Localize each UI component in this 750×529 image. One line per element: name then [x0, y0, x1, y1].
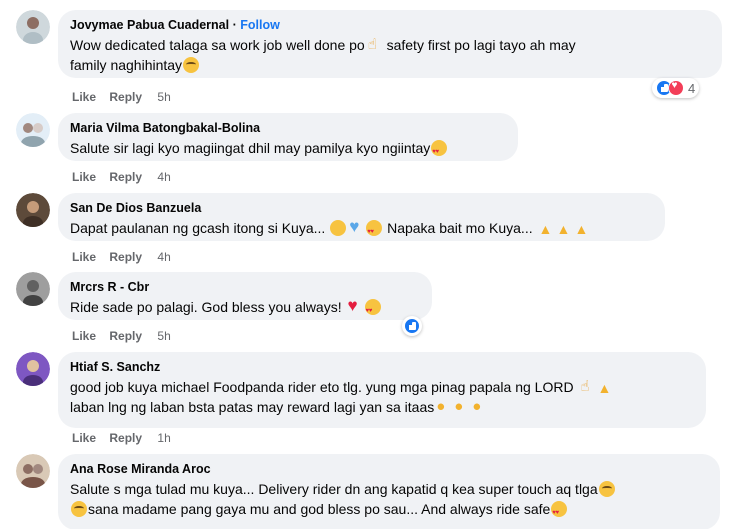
love-reaction-icon	[668, 80, 684, 96]
clapping-hands-emoji-icon	[453, 397, 469, 417]
like-reaction-icon	[404, 318, 420, 334]
comment-text-line: family naghihintay	[70, 57, 183, 73]
pointing-up-emoji-icon	[366, 35, 382, 55]
comment-bubble: Maria Vilma Batongbakal-Bolina Salute si…	[58, 113, 518, 162]
comment-actions: Like Reply 5h	[72, 90, 181, 104]
comment-text-line: Salute s mga tulad mu kuya... Delivery r…	[70, 481, 598, 497]
comment-bubble: Jovymae Pabua Cuadernal · Follow Wow ded…	[58, 10, 722, 78]
comment-timestamp[interactable]: 5h	[157, 329, 170, 343]
praying-hands-emoji-icon	[596, 378, 612, 398]
comment-bubble: Ana Rose Miranda Aroc Salute s mga tulad…	[58, 454, 720, 529]
comment-bubble: Htiaf S. Sanchz good job kuya michael Fo…	[58, 352, 706, 428]
comment-author-row: Jovymae Pabua Cuadernal · Follow	[70, 17, 710, 33]
comment-actions: Like Reply 1h	[72, 431, 181, 445]
comment-timestamp[interactable]: 4h	[157, 250, 170, 264]
red-heart-emoji-icon	[347, 296, 363, 316]
smiling-hearts-emoji-icon	[364, 299, 381, 321]
avatar[interactable]	[16, 113, 50, 147]
clapping-hands-emoji-icon	[435, 397, 451, 417]
comment-author[interactable]: Jovymae Pabua Cuadernal	[70, 18, 229, 32]
comment-text-line: Salute sir lagi kyo magiingat dhil may p…	[70, 140, 431, 156]
reply-button[interactable]: Reply	[109, 90, 142, 104]
praying-hands-emoji-icon	[574, 219, 590, 239]
comment-bubble: Mrcrs R - Cbr Ride sade po palagi. God b…	[58, 272, 432, 321]
avatar[interactable]	[16, 454, 50, 488]
comment-author[interactable]: Mrcrs R - Cbr	[70, 279, 420, 295]
comment-text-line: Ride sade po palagi. God bless you alway…	[70, 299, 342, 315]
like-button[interactable]: Like	[72, 250, 96, 264]
praying-hands-emoji-icon	[556, 219, 572, 239]
like-button[interactable]: Like	[72, 329, 96, 343]
comment-text: Wow dedicated talaga sa work job well do…	[70, 35, 710, 55]
comment-text: Salute s mga tulad mu kuya... Delivery r…	[70, 479, 708, 499]
comment-text-line: Dapat paulanan ng gcash itong si Kuya...	[70, 220, 326, 236]
comment-actions: Like Reply 4h	[72, 250, 181, 264]
like-button[interactable]: Like	[72, 431, 96, 445]
crying-face-emoji-icon	[598, 481, 615, 497]
clapping-hands-emoji-icon	[471, 397, 487, 417]
reply-button[interactable]: Reply	[109, 329, 142, 343]
reaction-summary[interactable]: 4	[652, 78, 700, 98]
comment-timestamp[interactable]: 5h	[157, 90, 170, 104]
comment-text: Dapat paulanan ng gcash itong si Kuya...…	[70, 217, 653, 242]
separator-dot: ·	[232, 18, 237, 32]
reaction-count: 4	[688, 80, 696, 96]
comment-text-line: Napaka bait mo Kuya...	[387, 220, 533, 236]
like-button[interactable]: Like	[72, 170, 96, 184]
reply-button[interactable]: Reply	[109, 250, 142, 264]
comment-text-line: good job kuya michael Foodpanda rider et…	[70, 379, 574, 395]
like-button[interactable]: Like	[72, 90, 96, 104]
praying-hands-emoji-icon	[538, 219, 554, 239]
comment-text: good job kuya michael Foodpanda rider et…	[70, 377, 694, 398]
comment-author[interactable]: Htiaf S. Sanchz	[70, 359, 694, 375]
avatar[interactable]	[16, 10, 50, 44]
comment-text-line: safety first po lagi tayo ah may	[386, 37, 576, 53]
blue-heart-emoji-icon	[348, 217, 364, 237]
comment-actions: Like Reply 4h	[72, 170, 181, 184]
smiling-hearts-emoji-icon	[431, 140, 448, 162]
comment-text-line: laban lng ng laban bsta patas may reward…	[70, 399, 435, 415]
avatar[interactable]	[16, 352, 50, 386]
comment-timestamp[interactable]: 1h	[157, 431, 170, 445]
reaction-summary[interactable]	[402, 316, 422, 336]
avatar[interactable]	[16, 272, 50, 306]
sweat-smile-emoji-icon	[183, 57, 200, 73]
comment-bubble: San De Dios Banzuela Dapat paulanan ng g…	[58, 193, 665, 242]
comment-author[interactable]: Ana Rose Miranda Aroc	[70, 461, 708, 477]
comment-text-line2: laban lng ng laban bsta patas may reward…	[70, 397, 694, 417]
follow-button[interactable]: Follow	[240, 18, 280, 32]
comment-text-line2: family naghihintay	[70, 55, 710, 75]
comment-author[interactable]: Maria Vilma Batongbakal-Bolina	[70, 120, 506, 136]
comment-text-line: Wow dedicated talaga sa work job well do…	[70, 37, 365, 53]
smiling-face-emoji-icon	[330, 220, 347, 236]
smiling-hearts-emoji-icon	[551, 501, 568, 523]
comment-text-line2: sana madame pang gaya mu and god bless p…	[70, 499, 708, 523]
avatar[interactable]	[16, 193, 50, 227]
comment-timestamp[interactable]: 4h	[157, 170, 170, 184]
reply-button[interactable]: Reply	[109, 431, 142, 445]
comment-text-line: sana madame pang gaya mu and god bless p…	[88, 501, 551, 517]
comment-actions: Like Reply 5h	[72, 329, 181, 343]
comment-text: Salute sir lagi kyo magiingat dhil may p…	[70, 138, 506, 162]
comment-text: Ride sade po palagi. God bless you alway…	[70, 296, 420, 321]
heart-eyes-emoji-icon	[366, 220, 383, 242]
pointing-up-emoji-icon	[578, 377, 594, 397]
crying-face-emoji-icon	[71, 501, 87, 517]
reply-button[interactable]: Reply	[109, 170, 142, 184]
comment-author[interactable]: San De Dios Banzuela	[70, 200, 653, 216]
